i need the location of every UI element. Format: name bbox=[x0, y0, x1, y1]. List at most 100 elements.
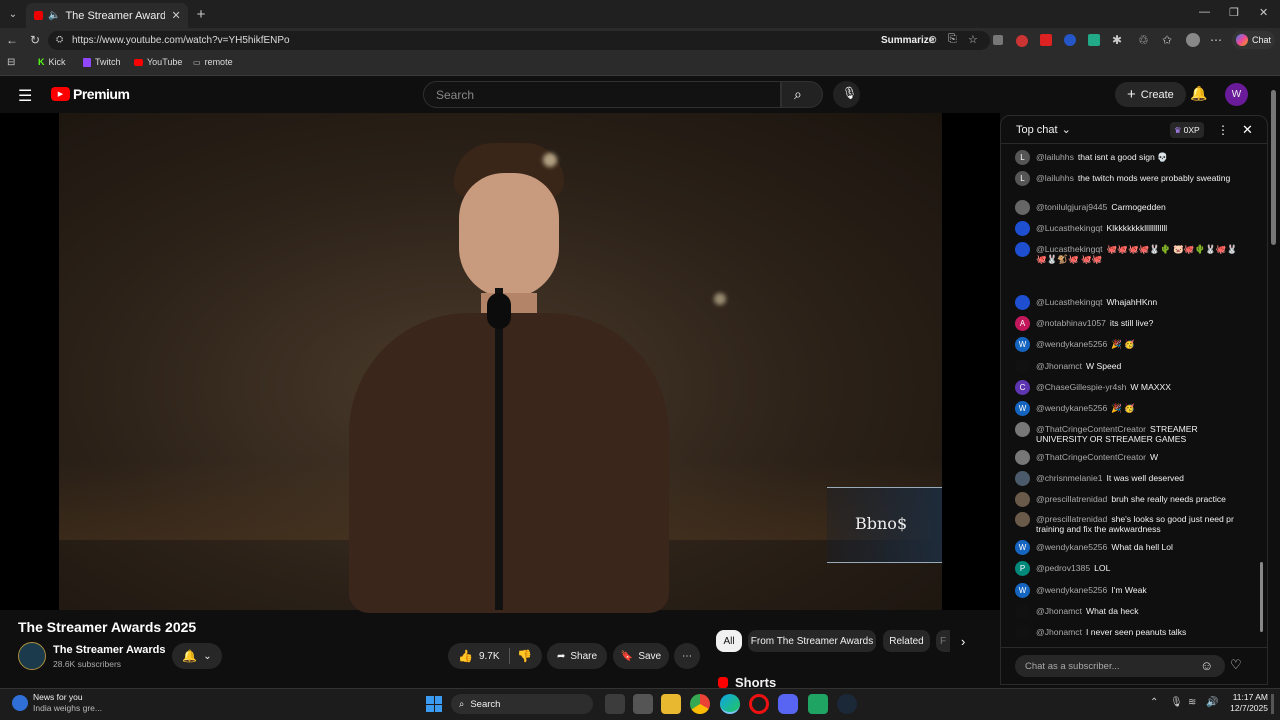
favorites-icon[interactable]: ✩ bbox=[1162, 33, 1172, 47]
chat-more-icon[interactable]: ⋮ bbox=[1217, 123, 1229, 137]
new-tab-icon[interactable]: + bbox=[194, 6, 208, 23]
chat-message[interactable]: P @pedrov1385 LOL bbox=[1015, 561, 1255, 576]
chat-author[interactable]: @notabhinav1057 bbox=[1036, 318, 1106, 328]
chat-author-avatar[interactable]: W bbox=[1015, 540, 1030, 555]
chat-author-avatar[interactable] bbox=[1015, 221, 1030, 236]
dislike-icon[interactable]: 👎 bbox=[517, 649, 532, 663]
chat-author[interactable]: @ChaseGillespie-yr4sh bbox=[1036, 382, 1126, 392]
chat-author[interactable]: @lailuhhs bbox=[1036, 173, 1074, 183]
close-chat-icon[interactable]: ✕ bbox=[1242, 122, 1253, 138]
chat-author-avatar[interactable]: L bbox=[1015, 150, 1030, 165]
chat-scrollbar[interactable] bbox=[1258, 150, 1265, 645]
top-chat-dropdown[interactable]: Top chat ⌄ bbox=[1016, 123, 1071, 137]
maximize-icon[interactable]: ❐ bbox=[1229, 6, 1239, 19]
chat-author[interactable]: @Lucasthekingqt bbox=[1036, 297, 1103, 307]
voice-search-button[interactable]: 🎙 bbox=[833, 81, 860, 108]
chat-author-avatar[interactable] bbox=[1015, 359, 1030, 374]
tab-list-icon[interactable]: ⌄ bbox=[6, 7, 20, 21]
profile-avatar[interactable] bbox=[1186, 33, 1200, 47]
emoji-icon[interactable]: ☺ bbox=[1200, 658, 1213, 673]
chat-message[interactable]: @Lucasthekingqt 🐙🐙🐙🐙🐰🌵 🐷🐙🌵🐰🐙🐰🐙🐰🐒🐙 🐙🐙 bbox=[1015, 242, 1255, 264]
bookmark-remote[interactable]: ▭ remote bbox=[193, 57, 233, 67]
edge-icon[interactable] bbox=[720, 694, 740, 714]
start-windows-icon[interactable] bbox=[426, 696, 442, 712]
show-desktop-button[interactable] bbox=[1271, 694, 1274, 714]
xp-badge[interactable]: ♛ 0XP bbox=[1170, 122, 1204, 138]
chat-author-avatar[interactable] bbox=[1015, 512, 1030, 527]
close-tab-icon[interactable]: ✕ bbox=[171, 9, 180, 22]
chat-message[interactable]: W @wendykane5256 🎉 🥳 bbox=[1015, 337, 1255, 352]
volume-icon[interactable]: 🔊 bbox=[1206, 697, 1218, 708]
chat-author[interactable]: @prescillatrenidad bbox=[1036, 514, 1107, 524]
chat-message[interactable]: @ThatCringeContentCreator W bbox=[1015, 450, 1255, 465]
chat-author-avatar[interactable] bbox=[1015, 471, 1030, 486]
site-info-icon[interactable]: ⛭ bbox=[56, 34, 63, 45]
chat-author-avatar[interactable]: W bbox=[1015, 401, 1030, 416]
bookmark-youtube[interactable]: YouTube bbox=[134, 57, 182, 67]
chat-message[interactable]: W @wendykane5256 🎉 🥳 bbox=[1015, 401, 1255, 416]
chat-author[interactable]: @prescillatrenidad bbox=[1036, 494, 1107, 504]
chat-author[interactable]: @Jhonamct bbox=[1036, 606, 1082, 616]
chat-author-avatar[interactable]: L bbox=[1015, 171, 1030, 186]
scrollbar-thumb[interactable] bbox=[1260, 562, 1263, 632]
taskbar-search[interactable]: ⌕ Search bbox=[451, 694, 593, 714]
chat-message[interactable]: L @lailuhhs the twitch mods were probably … bbox=[1015, 171, 1255, 186]
chat-author-avatar[interactable] bbox=[1015, 450, 1030, 465]
reload-icon[interactable]: ↻ bbox=[30, 33, 40, 47]
close-window-icon[interactable]: ✕ bbox=[1259, 6, 1268, 19]
save-button[interactable]: 🔖 Save bbox=[613, 643, 669, 669]
chat-author-avatar[interactable]: P bbox=[1015, 561, 1030, 576]
chat-author[interactable]: @lailuhhs bbox=[1036, 152, 1074, 162]
chat-author-avatar[interactable]: W bbox=[1015, 583, 1030, 598]
heart-icon[interactable]: ♡ bbox=[1230, 657, 1242, 673]
chat-message[interactable]: @ThatCringeContentCreator STREAMER UNIVER… bbox=[1015, 422, 1255, 444]
chat-author[interactable]: @wendykane5256 bbox=[1036, 585, 1107, 595]
read-mode-icon[interactable]: ⎘ bbox=[948, 33, 957, 46]
page-scrollbar[interactable] bbox=[1268, 76, 1280, 688]
back-icon[interactable]: ← bbox=[6, 33, 18, 47]
browser-essentials-icon[interactable]: ♲ bbox=[1138, 33, 1149, 47]
discord-icon[interactable] bbox=[778, 694, 798, 714]
extension-icon[interactable] bbox=[1016, 35, 1028, 47]
chat-author[interactable]: @wendykane5256 bbox=[1036, 339, 1107, 349]
chat-message[interactable]: @Lucasthekingqt Klkkkkkkkllllllllllll bbox=[1015, 221, 1255, 236]
chat-message[interactable]: A @notabhinav1057 its still live? bbox=[1015, 316, 1255, 331]
notifications-bell-icon[interactable]: 🔔 bbox=[1190, 85, 1207, 102]
chat-message[interactable]: @chrisnmelanie1 It was well deserved bbox=[1015, 471, 1255, 486]
search-button[interactable]: ⌕ bbox=[781, 81, 823, 108]
chat-message[interactable]: @Jhonamct W Speed bbox=[1015, 359, 1255, 374]
chat-message[interactable]: @Jhonamct I never seen peanuts talks bbox=[1015, 625, 1255, 640]
copilot-chat-button[interactable]: Chat bbox=[1232, 31, 1276, 49]
chat-author[interactable]: @wendykane5256 bbox=[1036, 403, 1107, 413]
address-bar[interactable]: ⛭ https://www.youtube.com/watch?v=YH5hik… bbox=[48, 31, 990, 50]
chat-author-avatar[interactable] bbox=[1015, 604, 1030, 619]
video-frame[interactable]: Bbno$ bbox=[59, 113, 942, 613]
chat-message[interactable]: @Jhonamct What da heck bbox=[1015, 604, 1255, 619]
chat-message[interactable]: @prescillatrenidad she's looks so good ju… bbox=[1015, 512, 1255, 534]
create-button[interactable]: + Create bbox=[1115, 82, 1186, 107]
page-scrollbar-thumb[interactable] bbox=[1271, 90, 1276, 245]
youtube-premium-logo[interactable]: ▶ Premium bbox=[51, 86, 130, 102]
chat-author[interactable]: @chrisnmelanie1 bbox=[1036, 473, 1103, 483]
extension-icon[interactable] bbox=[1040, 34, 1052, 46]
chat-author-avatar[interactable]: W bbox=[1015, 337, 1030, 352]
chat-author[interactable]: @wendykane5256 bbox=[1036, 542, 1107, 552]
favorite-star-icon[interactable]: ☆ bbox=[968, 33, 978, 46]
like-count[interactable]: 9.7K bbox=[479, 651, 500, 662]
chip-related[interactable]: Related bbox=[883, 630, 930, 652]
share-button[interactable]: ➦ Share bbox=[547, 643, 607, 669]
extension-icon[interactable] bbox=[993, 35, 1003, 45]
file-explorer-icon[interactable] bbox=[661, 694, 681, 714]
chat-author-avatar[interactable] bbox=[1015, 200, 1030, 215]
clock[interactable]: 11:17 AM 12/7/2025 bbox=[1224, 692, 1268, 714]
task-view-icon[interactable] bbox=[605, 694, 625, 714]
chat-author-avatar[interactable]: A bbox=[1015, 316, 1030, 331]
chip-truncated[interactable]: F bbox=[936, 630, 950, 652]
chat-author[interactable]: @pedrov1385 bbox=[1036, 563, 1090, 573]
chat-author[interactable]: @tonilulgjuraj9445 bbox=[1036, 202, 1107, 212]
chrome-icon[interactable] bbox=[690, 694, 710, 714]
news-widget[interactable]: News for you India weighs gre... bbox=[12, 692, 102, 714]
bookmark-kick[interactable]: K Kick bbox=[38, 57, 66, 67]
chat-message[interactable]: W @wendykane5256 I'm Weak bbox=[1015, 583, 1255, 598]
summarize-label[interactable]: Summarize bbox=[881, 35, 934, 46]
